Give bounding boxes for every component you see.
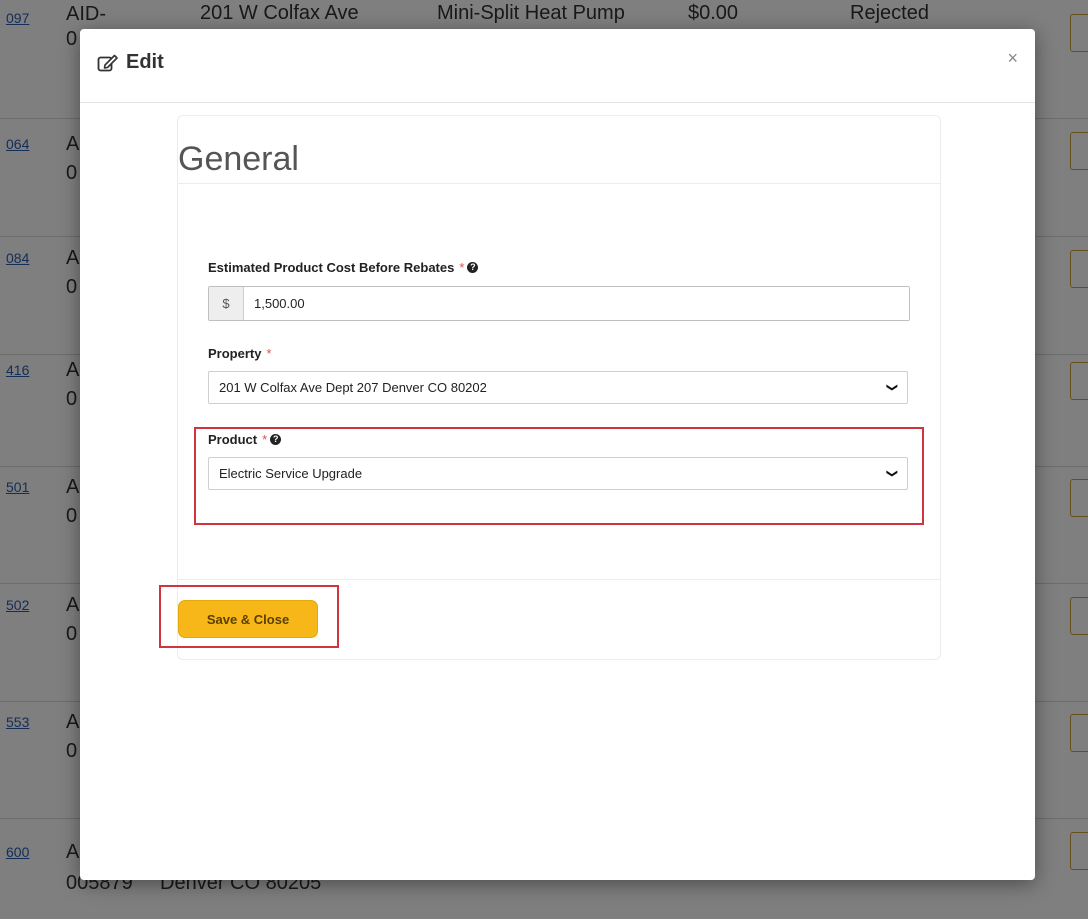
required-marker: * — [266, 346, 272, 361]
help-icon[interactable]: ? — [467, 262, 479, 273]
section-title: General — [178, 140, 299, 178]
property-select-value: 201 W Colfax Ave Dept 207 Denver CO 8020… — [219, 380, 487, 395]
cost-input[interactable] — [244, 287, 909, 320]
cost-label: Estimated Product Cost Before Rebates * … — [208, 260, 479, 275]
cost-label-text: Estimated Product Cost Before Rebates — [208, 260, 455, 275]
divider — [178, 579, 940, 580]
property-select[interactable]: 201 W Colfax Ave Dept 207 Denver CO 8020… — [208, 371, 908, 404]
general-section: General Estimated Product Cost Before Re… — [177, 115, 941, 660]
edit-modal: Edit × General Estimated Product Cost Be… — [80, 29, 1035, 880]
property-label: Property * — [208, 346, 272, 361]
required-marker: * — [459, 260, 465, 275]
cost-input-group: $ — [208, 286, 910, 321]
chevron-down-icon: ❯ — [885, 382, 898, 393]
product-highlight-box — [194, 427, 924, 525]
divider — [178, 183, 940, 184]
modal-header: Edit × — [80, 29, 1035, 103]
edit-icon — [97, 53, 119, 73]
close-icon[interactable]: × — [1007, 48, 1018, 69]
currency-addon: $ — [209, 287, 244, 320]
modal-title: Edit — [97, 51, 164, 74]
property-label-text: Property — [208, 346, 262, 361]
save-highlight-box — [159, 585, 339, 648]
modal-title-text: Edit — [126, 51, 164, 73]
